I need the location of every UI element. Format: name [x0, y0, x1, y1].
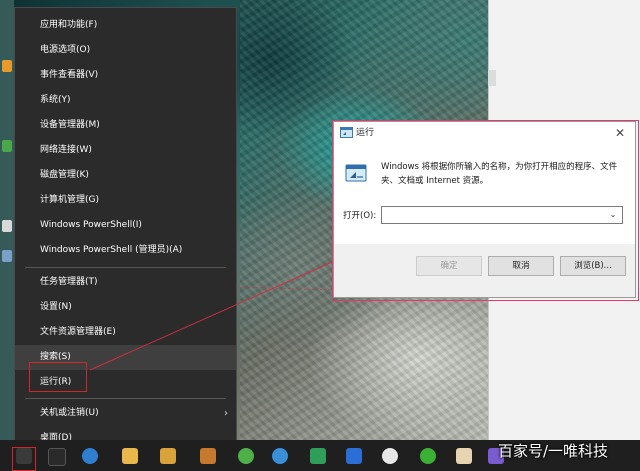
menu-separator	[25, 398, 226, 399]
menu-item-power-options[interactable]: 电源选项(O)	[15, 38, 236, 63]
browse-button[interactable]: 浏览(B)...	[560, 256, 626, 276]
folder-icon[interactable]	[122, 448, 138, 464]
paint-icon[interactable]	[456, 448, 472, 464]
menu-item-file-explorer[interactable]: 文件资源管理器(E)	[15, 320, 236, 345]
media-player-icon[interactable]	[310, 448, 326, 464]
ie-browser-icon[interactable]	[82, 448, 98, 464]
menu-item-task-manager[interactable]: 任务管理器(T)	[15, 270, 236, 295]
ok-button[interactable]: 确定	[416, 256, 482, 276]
ev-recorder-icon[interactable]	[382, 448, 398, 464]
menu-item-powershell-admin[interactable]: Windows PowerShell (管理员)(A)	[15, 238, 236, 263]
cancel-button[interactable]: 取消	[488, 256, 554, 276]
run-dialog-description: Windows 将根据你所输入的名称，为你打开相应的程序、文件夹、文档或 Int…	[381, 162, 618, 186]
close-button[interactable]: ✕	[611, 124, 629, 142]
app-icon[interactable]	[200, 448, 216, 464]
menu-item-label: 关机或注销(U)	[40, 408, 99, 418]
app-icon[interactable]	[272, 448, 288, 464]
run-highlight-box	[29, 362, 87, 392]
menu-item-shutdown-signout[interactable]: 关机或注销(U) ›	[15, 401, 236, 426]
wechat-icon[interactable]	[420, 448, 436, 464]
chevron-down-icon: ⌄	[609, 210, 617, 219]
menu-item-device-manager[interactable]: 设备管理器(M)	[15, 113, 236, 138]
open-combobox[interactable]: ⌄	[381, 206, 623, 224]
menu-item-system[interactable]: 系统(Y)	[15, 88, 236, 113]
start-button-highlight	[12, 447, 36, 471]
run-dialog-title: 运行	[356, 128, 375, 138]
dropdown-button[interactable]: ⌄	[606, 207, 620, 223]
open-input[interactable]	[385, 208, 603, 222]
menu-item-disk-management[interactable]: 磁盘管理(K)	[15, 163, 236, 188]
watermark: 百家号/一唯科技	[498, 442, 609, 460]
background-window-scrollbar[interactable]	[488, 70, 496, 86]
menu-item-apps-features[interactable]: 应用和功能(F)	[15, 13, 236, 38]
menu-item-network-connections[interactable]: 网络连接(W)	[15, 138, 236, 163]
search-icon[interactable]	[48, 448, 66, 466]
menu-separator	[25, 267, 226, 268]
menu-item-event-viewer[interactable]: 事件查看器(V)	[15, 63, 236, 88]
run-program-icon	[345, 164, 367, 182]
desktop-icon[interactable]	[2, 250, 12, 262]
open-label: 打开(O):	[343, 211, 377, 221]
run-dialog-footer: 确定 取消 浏览(B)...	[334, 244, 635, 297]
menu-item-powershell[interactable]: Windows PowerShell(I)	[15, 213, 236, 238]
menu-item-settings[interactable]: 设置(N)	[15, 295, 236, 320]
desktop-icon[interactable]	[2, 140, 12, 152]
run-program-icon	[340, 127, 353, 138]
sogou-icon[interactable]	[238, 448, 254, 464]
qq-icon[interactable]	[346, 448, 362, 464]
menu-item-computer-management[interactable]: 计算机管理(G)	[15, 188, 236, 213]
desktop-icon[interactable]	[2, 220, 12, 232]
close-icon: ✕	[614, 126, 626, 140]
chevron-right-icon: ›	[224, 408, 228, 419]
run-dialog-titlebar[interactable]: 运行 ✕	[334, 122, 635, 144]
run-dialog: 运行 ✕ Windows 将根据你所输入的名称，为你打开相应的程序、文件夹、文档…	[333, 121, 636, 298]
desktop-icons-strip	[0, 0, 14, 440]
desktop-icon[interactable]	[2, 60, 12, 72]
app-icon[interactable]	[160, 448, 176, 464]
